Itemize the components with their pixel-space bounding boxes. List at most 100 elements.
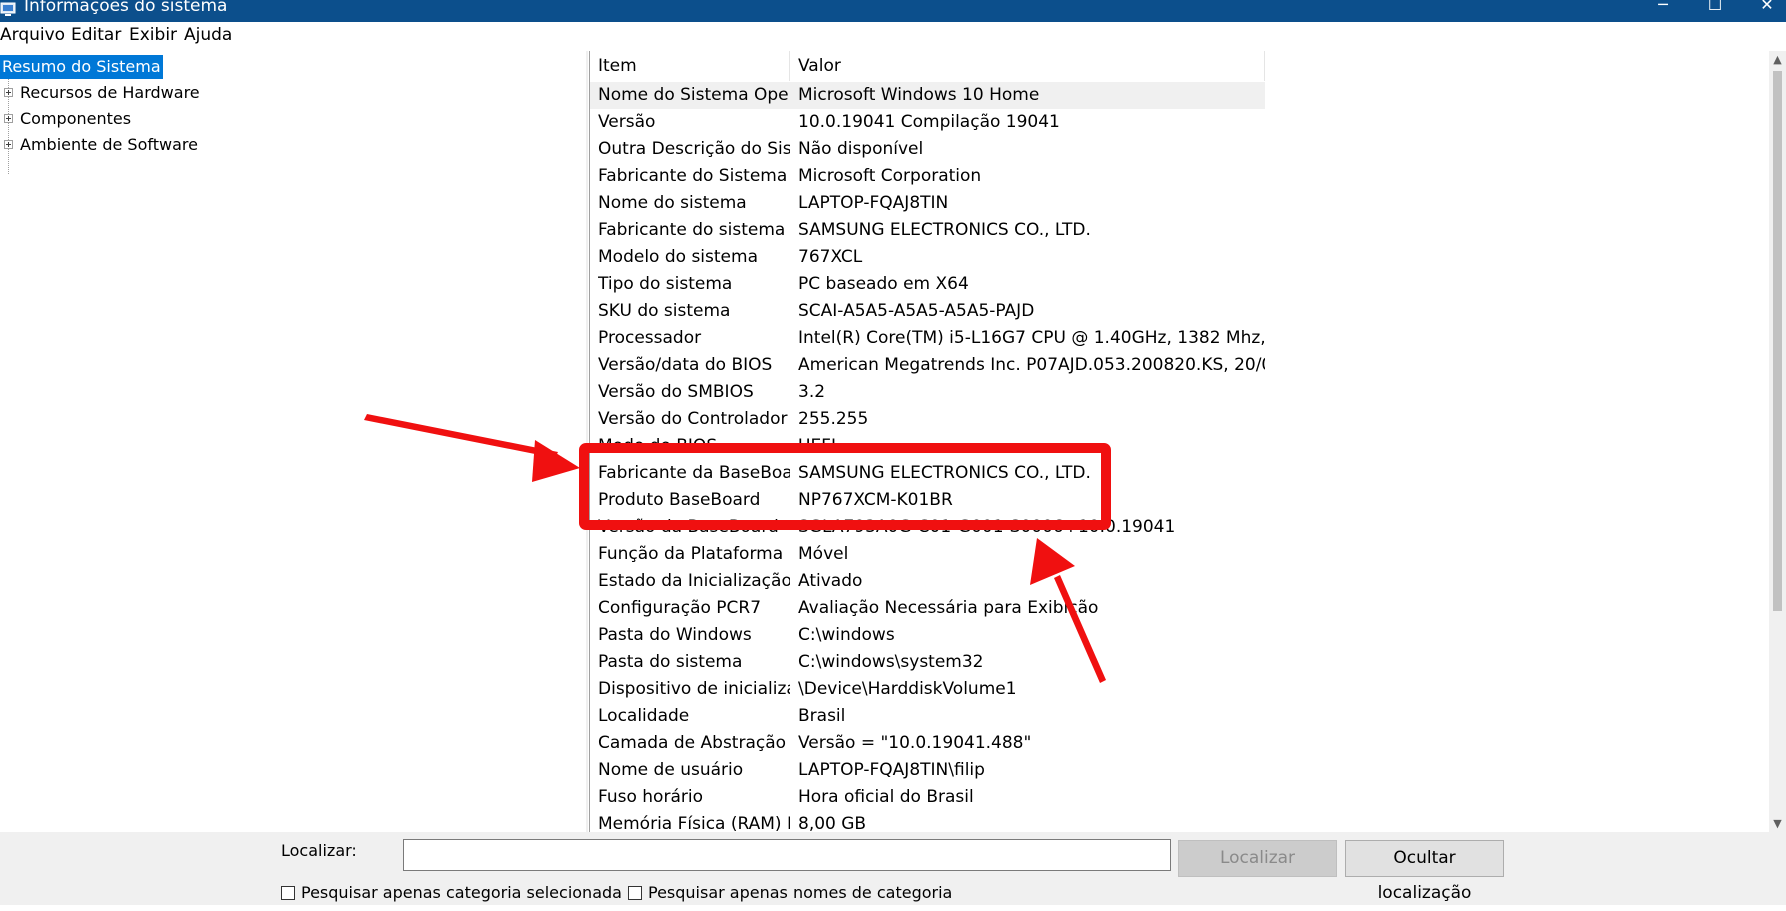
minimize-button[interactable]: ─ (1640, 0, 1686, 22)
table-row[interactable]: Processador Intel(R) Core(TM) i5-L16G7 CP… (590, 325, 1265, 352)
window-title: Informações do sistema (24, 0, 228, 16)
table-row[interactable]: Fabricante do sistema SAMSUNG ELECTRONICS… (590, 217, 1265, 244)
row-item: Produto BaseBoard (598, 490, 761, 510)
table-row[interactable]: Nome do Sistema Oper... Microsoft Windows… (590, 82, 1265, 109)
find-button[interactable]: Localizar (1178, 840, 1337, 877)
checkbox-box[interactable] (281, 886, 295, 900)
row-item: Pasta do sistema (598, 652, 743, 672)
row-item: Camada de Abstração ... (598, 733, 790, 753)
table-row[interactable]: Nome do sistema LAPTOP-FQAJ8TIN (590, 190, 1265, 217)
table-row[interactable]: Versão 10.0.19041 Compilação 19041 (590, 109, 1265, 136)
row-value: \Device\HarddiskVolume1 (798, 679, 1017, 699)
row-item: Tipo do sistema (598, 274, 733, 294)
row-item: Versão do SMBIOS (598, 382, 754, 402)
row-value: Móvel (798, 544, 849, 564)
table-row[interactable]: Função da Plataforma Móvel (590, 541, 1265, 568)
tree-item-resumo-do-sistema[interactable]: Resumo do Sistema (0, 55, 586, 79)
table-row[interactable]: Dispositivo de inicializa... \Device\Hard… (590, 676, 1265, 703)
table-row[interactable]: Versão do Controlador ... 255.255 (590, 406, 1265, 433)
row-value: 3.2 (798, 382, 826, 402)
table-row[interactable]: Memória Física (RAM) I... 8,00 GB (590, 811, 1265, 832)
row-item: Função da Plataforma (598, 544, 784, 564)
table-row[interactable]: Configuração PCR7 Avaliação Necessária pa… (590, 595, 1265, 622)
column-header-item[interactable]: Item (590, 51, 790, 81)
scroll-thumb[interactable] (1773, 71, 1782, 611)
row-value: Avaliação Necessária para Exibição (798, 598, 1099, 618)
row-value: Ativado (798, 571, 863, 591)
row-item: Configuração PCR7 (598, 598, 762, 618)
table-row[interactable]: Produto BaseBoard NP767XCM-K01BR (590, 487, 1265, 514)
table-row[interactable]: Fabricante do Sistema ... Microsoft Corpo… (590, 163, 1265, 190)
row-value: 767XCL (798, 247, 863, 267)
table-row[interactable]: Camada de Abstração ... Versão = "10.0.19… (590, 730, 1265, 757)
row-value: PC baseado em X64 (798, 274, 969, 294)
row-item: Versão da BaseBoard (598, 517, 779, 537)
table-row[interactable]: Versão do SMBIOS 3.2 (590, 379, 1265, 406)
menu-editar[interactable]: Editar (71, 24, 121, 46)
row-item: Estado da Inicialização ... (598, 571, 790, 591)
details-list[interactable]: Item Valor Nome do Sistema Oper... Micros… (589, 51, 1786, 832)
row-item: Pasta do Windows (598, 625, 752, 645)
table-row[interactable]: SKU do sistema SCAI-A5A5-A5A5-A5A5-PAJD (590, 298, 1265, 325)
tree-item-recursos-de-hardware[interactable]: Recursos de Hardware (0, 81, 586, 105)
row-value: LAPTOP-FQAJ8TIN (798, 193, 949, 213)
row-item: Nome do sistema (598, 193, 747, 213)
expand-icon[interactable] (4, 88, 13, 97)
table-row[interactable]: Outra Descrição do Sist... Não disponível (590, 136, 1265, 163)
checkbox-label: Pesquisar apenas nomes de categoria (648, 883, 953, 902)
row-item: Memória Física (RAM) I... (598, 814, 790, 832)
tree-item-ambiente-de-software[interactable]: Ambiente de Software (0, 133, 586, 157)
find-input[interactable] (403, 839, 1171, 871)
row-item: Fabricante do sistema (598, 220, 786, 240)
menu-ajuda[interactable]: Ajuda (184, 24, 232, 46)
table-row[interactable]: Fuso horário Hora oficial do Brasil (590, 784, 1265, 811)
row-item: Dispositivo de inicializa... (598, 679, 790, 699)
table-row[interactable]: Estado da Inicialização ... Ativado (590, 568, 1265, 595)
row-item: Nome do Sistema Oper... (598, 85, 790, 105)
row-value: Brasil (798, 706, 846, 726)
row-item: Fabricante do Sistema ... (598, 166, 790, 186)
scroll-up-icon[interactable]: ▲ (1769, 51, 1786, 68)
menu-arquivo[interactable]: Arquivo (0, 24, 65, 46)
expand-icon[interactable] (4, 114, 13, 123)
hide-find-button[interactable]: Ocultar localização (1345, 840, 1504, 903)
row-value: LAPTOP-FQAJ8TIN\filip (798, 760, 985, 780)
row-value: Intel(R) Core(TM) i5-L16G7 CPU @ 1.40GHz… (798, 328, 1265, 348)
table-row[interactable]: Modelo do sistema 767XCL (590, 244, 1265, 271)
row-value: Microsoft Windows 10 Home (798, 85, 1040, 105)
maximize-button[interactable]: ☐ (1692, 0, 1738, 22)
table-row[interactable]: Tipo do sistema PC baseado em X64 (590, 271, 1265, 298)
row-item: Localidade (598, 706, 690, 726)
close-button[interactable]: ✕ (1744, 0, 1786, 22)
category-tree[interactable]: Resumo do Sistema Recursos de Hardware C… (0, 51, 587, 832)
row-value: 10.0.19041 Compilação 19041 (798, 112, 1060, 132)
menu-exibir[interactable]: Exibir (129, 24, 177, 46)
row-value: Microsoft Corporation (798, 166, 982, 186)
row-item: SKU do sistema (598, 301, 731, 321)
vertical-scrollbar[interactable]: ▲ ▼ (1769, 51, 1786, 832)
table-row[interactable]: Fabricante da BaseBoard SAMSUNG ELECTRONI… (590, 460, 1265, 487)
expand-icon[interactable] (4, 140, 13, 149)
title-bar: Informações do sistema ─ ☐ ✕ (0, 0, 1786, 22)
table-row[interactable]: Pasta do Windows C:\windows (590, 622, 1265, 649)
table-row[interactable]: Modo do BIOS UEFI (590, 433, 1265, 460)
checkbox-box[interactable] (628, 886, 642, 900)
splitter[interactable] (586, 51, 588, 832)
row-item: Fuso horário (598, 787, 703, 807)
row-value: SAMSUNG ELECTRONICS CO., LTD. (798, 463, 1091, 483)
row-value: 255.255 (798, 409, 869, 429)
table-row[interactable]: Versão/data do BIOS American Megatrends I… (590, 352, 1265, 379)
table-row[interactable]: Pasta do sistema C:\windows\system32 (590, 649, 1265, 676)
row-item: Fabricante da BaseBoard (598, 463, 790, 483)
scroll-down-icon[interactable]: ▼ (1769, 815, 1786, 832)
tree-item-label: Componentes (20, 109, 132, 128)
column-header-value[interactable]: Valor (790, 51, 1265, 81)
row-item: Processador (598, 328, 702, 348)
table-row[interactable]: Versão da BaseBoard SGLA793A0G-C01-G001-S… (590, 514, 1265, 541)
table-row[interactable]: Nome de usuário LAPTOP-FQAJ8TIN\filip (590, 757, 1265, 784)
row-item: Nome de usuário (598, 760, 744, 780)
table-row[interactable]: Localidade Brasil (590, 703, 1265, 730)
tree-item-componentes[interactable]: Componentes (0, 107, 586, 131)
find-label: Localizar: (281, 841, 357, 860)
row-value: American Megatrends Inc. P07AJD.053.2008… (798, 355, 1265, 375)
